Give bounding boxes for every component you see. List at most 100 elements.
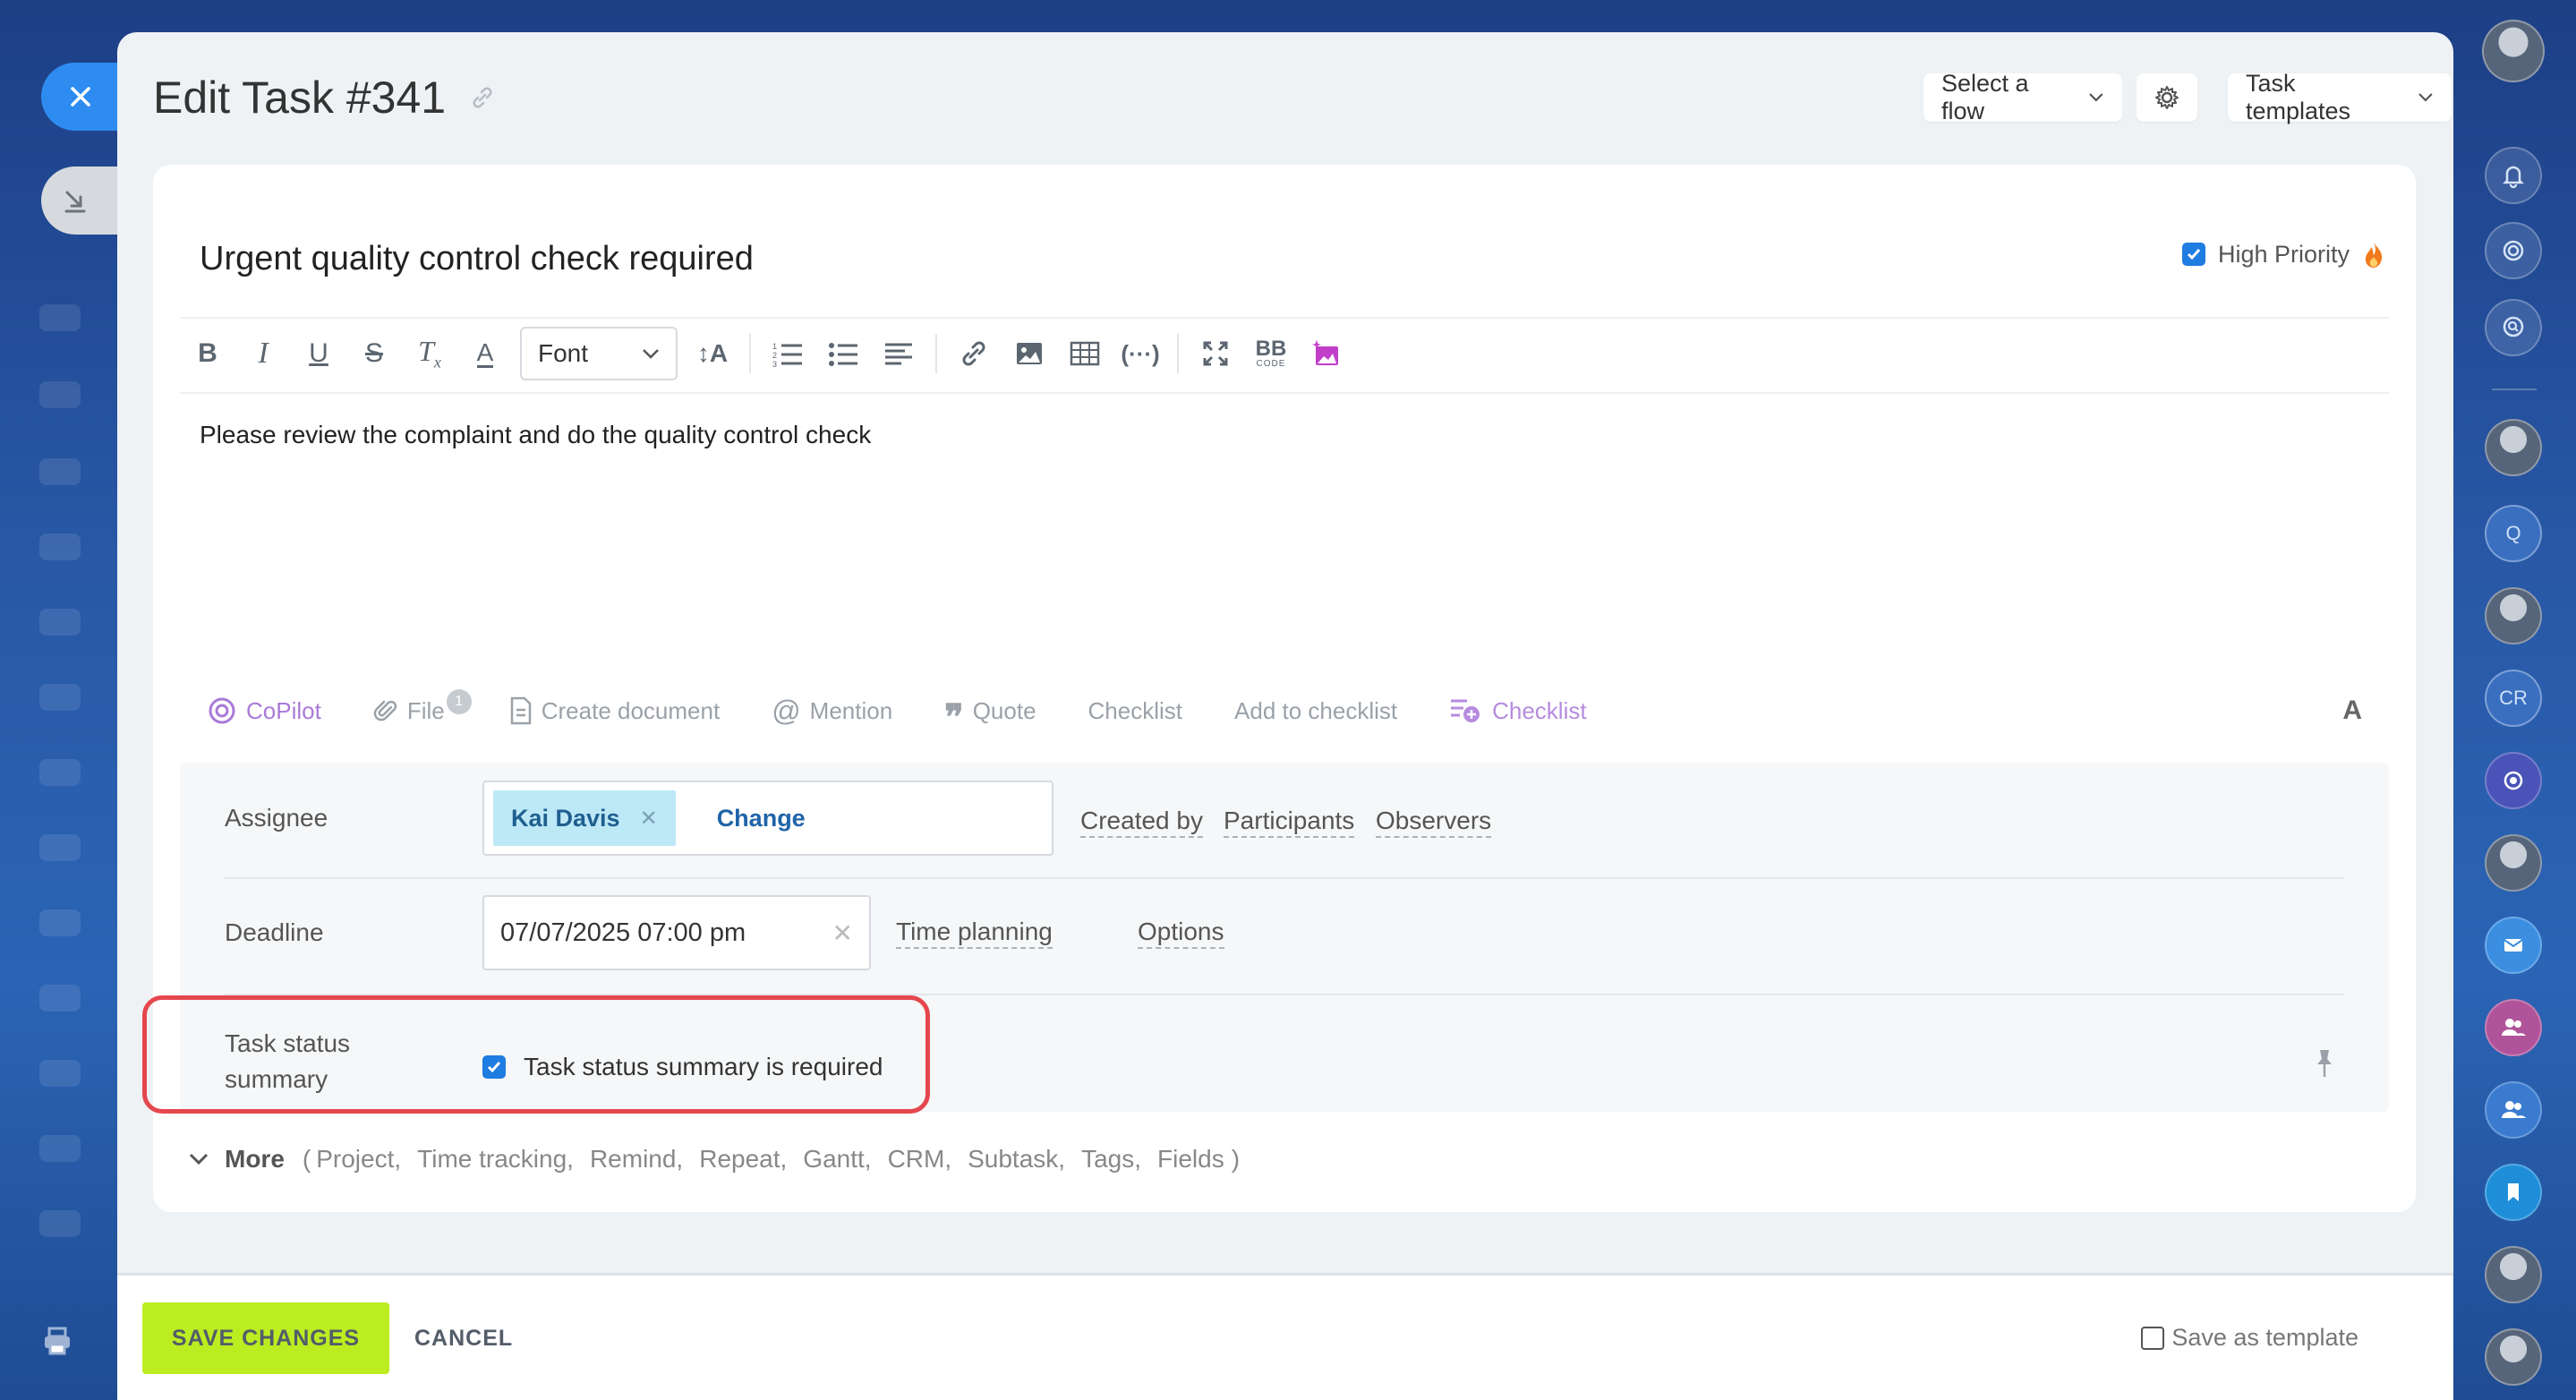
contact-avatar[interactable] [2485, 1328, 2542, 1386]
insert-code-button[interactable]: (···) [1113, 324, 1168, 383]
mail-button[interactable] [2485, 917, 2542, 974]
more-option-project[interactable]: Project, [316, 1145, 401, 1174]
minimize-slider-button[interactable] [41, 166, 122, 235]
contact-avatar-cr[interactable]: CR [2485, 670, 2542, 727]
more-option-gantt[interactable]: Gantt, [803, 1145, 871, 1174]
avatar-initials: Q [2505, 522, 2521, 544]
time-planning-link[interactable]: Time planning [896, 917, 1053, 949]
svg-text:3: 3 [772, 360, 777, 367]
font-select[interactable]: Font [520, 327, 678, 380]
strikethrough-button[interactable]: S [346, 324, 402, 383]
sidebar-ghost-item [39, 834, 81, 861]
contact-avatar[interactable] [2485, 834, 2542, 892]
created-by-link[interactable]: Created by [1080, 806, 1203, 838]
underline-button[interactable]: U [291, 324, 346, 383]
insert-link-button[interactable] [946, 324, 1002, 383]
settings-button[interactable] [2137, 73, 2197, 122]
remove-assignee-icon[interactable]: ✕ [640, 806, 658, 832]
bullet-list-button[interactable] [815, 324, 871, 383]
align-button[interactable] [871, 324, 926, 383]
high-priority-toggle[interactable]: High Priority [2181, 240, 2385, 269]
quote-icon: ❞ [944, 697, 964, 738]
contact-avatar[interactable] [2485, 587, 2542, 645]
save-as-template-checkbox[interactable] [2141, 1326, 2165, 1350]
assignee-field[interactable]: Kai Davis ✕ Change [482, 781, 1053, 856]
close-icon [71, 87, 90, 107]
italic-button[interactable]: I [235, 324, 291, 383]
save-as-template-toggle[interactable]: Save as template [2141, 1324, 2358, 1352]
text-color-icon: A [476, 337, 494, 368]
file-button[interactable]: File 1 [373, 689, 479, 725]
status-summary-highlight [142, 995, 930, 1114]
toolbar-divider [180, 392, 2389, 394]
search-chat-button[interactable] [2485, 299, 2542, 356]
paperclip-icon [373, 700, 397, 721]
font-size-button[interactable]: ↕A [685, 324, 740, 383]
select-flow-label: Select a flow [1941, 70, 2029, 124]
options-link[interactable]: Options [1138, 917, 1224, 949]
copy-link-icon[interactable] [469, 84, 496, 111]
page-title-text: Edit Task #341 [153, 73, 447, 123]
participants-link[interactable]: Participants [1224, 806, 1355, 838]
clear-format-button[interactable]: Tx [402, 324, 457, 383]
italic-icon: I [258, 337, 269, 370]
task-templates-dropdown[interactable]: Task templates [2228, 70, 2452, 124]
clear-deadline-icon[interactable]: ✕ [832, 918, 853, 948]
checklist-button[interactable]: Checklist [1088, 697, 1182, 725]
insert-image-button[interactable] [1002, 324, 1057, 383]
ai-checklist-button[interactable]: Checklist [1449, 696, 1587, 725]
create-document-button[interactable]: Create document [509, 696, 720, 725]
more-option-tags[interactable]: Tags, [1081, 1145, 1141, 1174]
pin-field-button[interactable] [2314, 1047, 2335, 1084]
chat-search-icon [2503, 316, 2524, 337]
sidebar-ghost-item [39, 1210, 81, 1237]
high-priority-checkbox[interactable] [2181, 243, 2205, 266]
quote-button[interactable]: ❞ Quote [944, 695, 1036, 738]
insert-table-button[interactable] [1057, 324, 1113, 383]
copilot-chat-button[interactable] [2485, 752, 2542, 809]
more-option-fields[interactable]: Fields [1157, 1145, 1224, 1174]
copilot-rail-button[interactable] [2485, 222, 2542, 279]
group-chat-button[interactable] [2485, 999, 2542, 1056]
contact-avatar[interactable] [2485, 1246, 2542, 1303]
numbered-list-icon: 123 [772, 342, 802, 367]
save-changes-button[interactable]: SAVE CHANGES [142, 1302, 389, 1374]
mention-button[interactable]: @ Mention [772, 695, 892, 728]
contact-avatar-q[interactable]: Q [2485, 505, 2542, 562]
group-chat-button[interactable] [2485, 1081, 2542, 1139]
checkmark-icon [2187, 249, 2201, 260]
bold-button[interactable]: B [180, 324, 235, 383]
toggle-formatting-button[interactable]: A [2342, 696, 2362, 726]
ai-image-button[interactable] [1299, 324, 1354, 383]
cancel-button[interactable]: CANCEL [414, 1302, 513, 1374]
quote-label: Quote [972, 696, 1036, 724]
create-document-label: Create document [541, 696, 721, 724]
more-option-remind[interactable]: Remind, [590, 1145, 683, 1174]
numbered-list-button[interactable]: 123 [760, 324, 815, 383]
text-color-button[interactable]: A [457, 324, 513, 383]
mention-label: Mention [809, 696, 893, 724]
align-left-icon [885, 343, 912, 365]
select-flow-dropdown[interactable]: Select a flow [1923, 70, 2122, 124]
group-icon [2502, 1101, 2526, 1118]
fullscreen-button[interactable] [1188, 324, 1243, 383]
add-to-checklist-button[interactable]: Add to checklist [1234, 697, 1397, 725]
print-button[interactable] [41, 1325, 77, 1361]
task-title-input[interactable]: Urgent quality control check required [200, 240, 754, 278]
deadline-input[interactable]: 07/07/2025 07:00 pm ✕ [482, 895, 871, 970]
bb-code-button[interactable]: BB CODE [1243, 324, 1299, 383]
change-assignee-link[interactable]: Change [717, 805, 806, 832]
task-description-editor[interactable]: Please review the complaint and do the q… [200, 421, 871, 449]
copilot-button[interactable]: CoPilot [207, 696, 321, 726]
more-options[interactable]: More ( Project, Time tracking, Remind, R… [189, 1145, 1240, 1174]
contact-avatar[interactable] [2485, 419, 2542, 476]
user-avatar[interactable] [2482, 20, 2545, 82]
more-option-subtask[interactable]: Subtask, [968, 1145, 1065, 1174]
more-option-repeat[interactable]: Repeat, [699, 1145, 787, 1174]
observers-link[interactable]: Observers [1376, 806, 1492, 838]
more-option-crm[interactable]: CRM, [888, 1145, 952, 1174]
copilot-label: CoPilot [246, 696, 321, 724]
more-option-time-tracking[interactable]: Time tracking, [417, 1145, 574, 1174]
bookmarks-button[interactable] [2485, 1164, 2542, 1221]
notifications-button[interactable] [2485, 147, 2542, 204]
